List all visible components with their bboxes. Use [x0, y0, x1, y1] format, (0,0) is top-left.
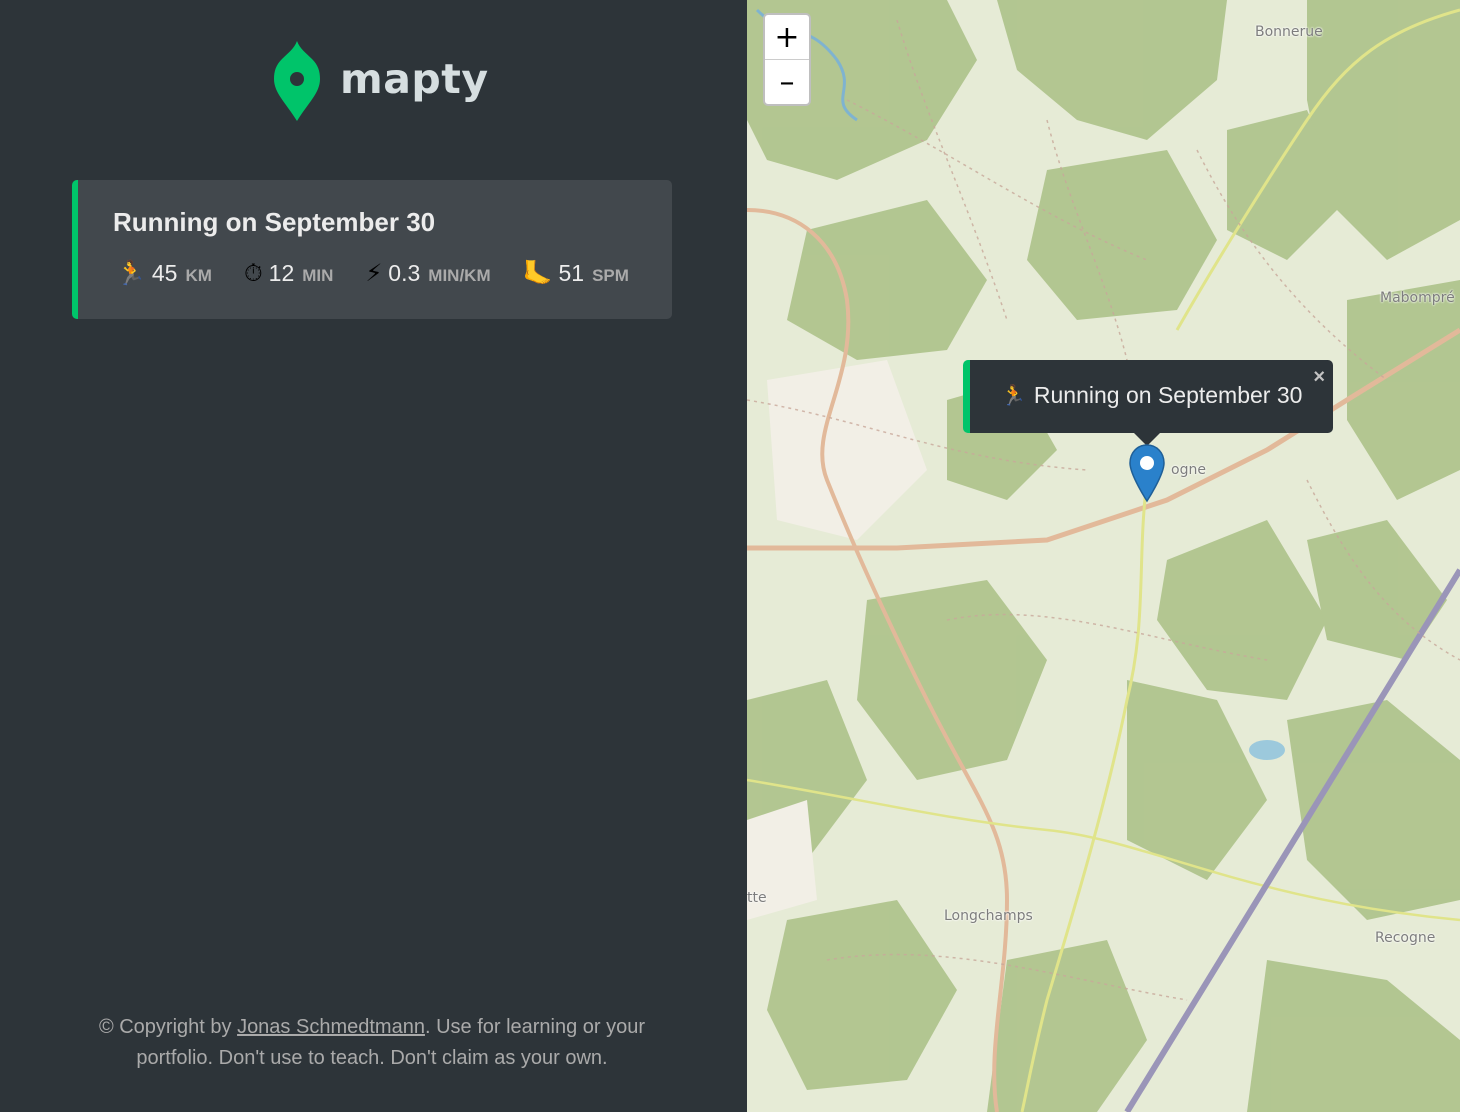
- popup-content: 🏃 Running on September 30: [1001, 382, 1302, 409]
- map-label-mabompre: Mabompré: [1380, 290, 1455, 306]
- map-label-bonnerue: Bonnerue: [1255, 24, 1323, 40]
- popup-text: Running on September 30: [1033, 382, 1303, 408]
- runner-icon: 🏃: [1001, 385, 1026, 407]
- stopwatch-icon: ⏱: [243, 259, 263, 287]
- map-label-tte: tte: [747, 890, 767, 906]
- detail-cadence: 🦶 51 SPM: [523, 260, 629, 287]
- workout-card[interactable]: Running on September 30 🏃 45 KM ⏱ 12 MIN…: [72, 180, 672, 319]
- copyright: © Copyright by Jonas Schmedtmann. Use fo…: [60, 1012, 684, 1074]
- author-link[interactable]: Jonas Schmedtmann: [237, 1016, 425, 1038]
- distance-value: 45: [151, 260, 178, 286]
- cadence-value: 51: [558, 260, 585, 286]
- map-label-ogne: ogne: [1171, 462, 1206, 478]
- detail-distance: 🏃 45 KM: [116, 260, 212, 287]
- zoom-in-button[interactable]: +: [765, 15, 809, 60]
- map-label-longchamps: Longchamps: [944, 908, 1033, 924]
- logo: mapty: [274, 41, 489, 121]
- workout-title: Running on September 30: [113, 207, 436, 237]
- detail-pace: ⚡ 0.3 MIN/KM: [365, 260, 490, 287]
- detail-duration: ⏱ 12 MIN: [244, 260, 334, 287]
- zoom-out-button[interactable]: –: [765, 60, 809, 104]
- map-pin-logo-icon: [274, 41, 320, 121]
- map[interactable]: Bonnerue Mabompré ogne Longchamps Recogn…: [747, 0, 1460, 1112]
- workout-popup[interactable]: 🏃 Running on September 30 ×: [963, 360, 1333, 433]
- copyright-prefix: © Copyright by: [98, 1016, 238, 1038]
- map-tiles[interactable]: [747, 0, 1460, 1112]
- lightning-icon: ⚡: [365, 259, 383, 287]
- close-icon[interactable]: ×: [1313, 366, 1325, 389]
- foot-icon: 🦶: [522, 259, 553, 287]
- sidebar: mapty Running on September 30 🏃 45 KM ⏱ …: [0, 0, 747, 1112]
- cadence-unit: SPM: [592, 265, 629, 285]
- runner-icon: 🏃: [116, 259, 146, 287]
- pace-value: 0.3: [388, 260, 421, 286]
- logo-text: mapty: [340, 55, 489, 103]
- zoom-control: + –: [763, 13, 811, 106]
- distance-unit: KM: [185, 265, 212, 285]
- duration-value: 12: [268, 260, 295, 286]
- duration-unit: MIN: [302, 265, 334, 285]
- map-marker-icon[interactable]: [1128, 443, 1166, 503]
- pace-unit: MIN/KM: [428, 265, 491, 285]
- workout-details: 🏃 45 KM ⏱ 12 MIN ⚡ 0.3 MIN/KM 🦶 51 SPM: [116, 260, 629, 287]
- app: mapty Running on September 30 🏃 45 KM ⏱ …: [0, 0, 1460, 1112]
- map-label-recogne: Recogne: [1375, 930, 1436, 946]
